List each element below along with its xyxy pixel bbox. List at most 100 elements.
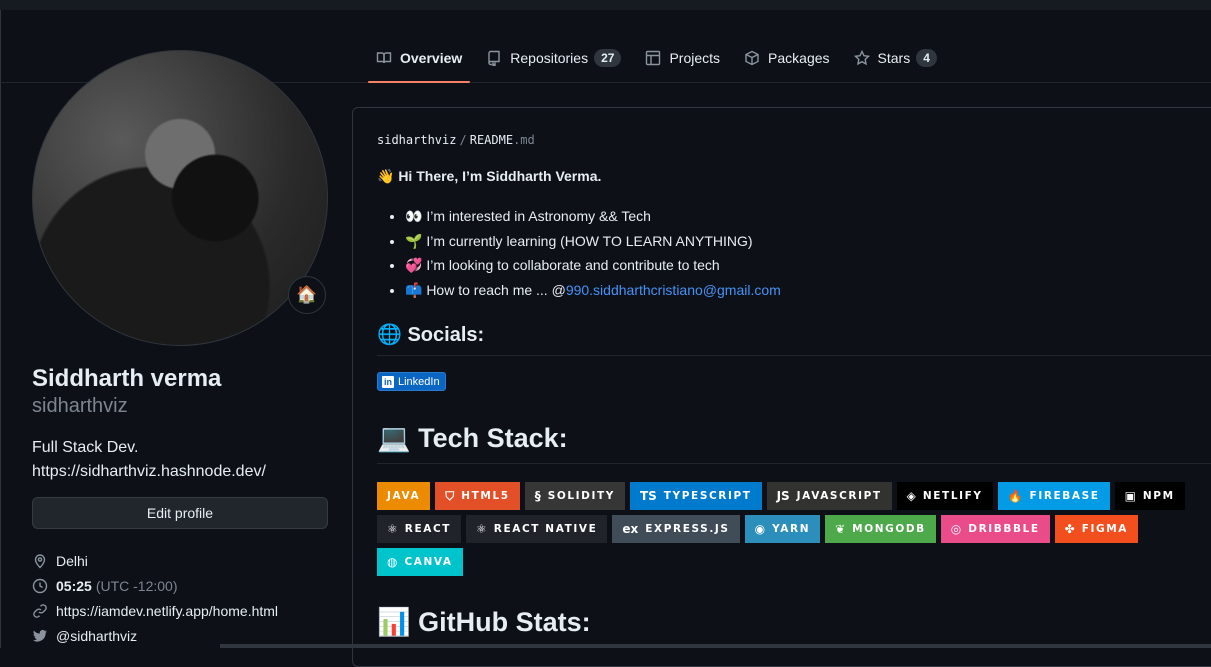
html5-icon: ⛉ [445, 488, 455, 503]
badge-yarn[interactable]: ◉ YARN [744, 515, 821, 543]
badge-label: SOLIDITY [547, 490, 615, 502]
package-icon [745, 50, 759, 66]
badge-label: YARN [772, 523, 811, 535]
badge-label: JAVASCRIPT [796, 490, 882, 502]
javascript-icon: JS [776, 489, 790, 503]
npm-icon: ▣ [1124, 489, 1136, 503]
tech-badges: JAVA ⛉ HTML5 § SOLIDITY TS TYPESCRIPT JS JAVASCR… [377, 482, 1207, 581]
list-item: 📫 How to reach me ... @990.siddharthcris… [405, 278, 781, 303]
readme-greeting: 👋 Hi There, I’m Siddharth Verma. [377, 168, 602, 184]
timezone: (UTC -12:00) [95, 577, 178, 594]
readme-file-link[interactable]: README [470, 133, 513, 147]
typescript-icon: TS [639, 489, 657, 503]
linkedin-label: LinkedIn [398, 375, 440, 388]
profile-details: Delhi 05:25 (UTC -12:00) https://iamdev.… [32, 548, 278, 648]
tab-label: Repositories [510, 50, 589, 66]
local-time: 05:25 [56, 577, 92, 594]
linkedin-icon: in [382, 375, 394, 388]
dribbble-icon: ◎ [950, 522, 962, 536]
list-item: 🌱 I’m currently learning (HOW TO LEARN A… [405, 229, 781, 254]
file-extension: .md [513, 133, 535, 147]
star-icon [853, 50, 870, 66]
linkedin-badge[interactable]: in LinkedIn [377, 372, 446, 391]
location-text: Delhi [56, 552, 88, 569]
tab-projects[interactable]: Projects [637, 34, 728, 82]
badge-firebase[interactable]: 🔥 FIREBASE [997, 482, 1110, 510]
tab-stars[interactable]: Stars 4 [846, 34, 945, 82]
firebase-icon: 🔥 [1007, 489, 1023, 503]
badge-canva[interactable]: ◍ CANVA [377, 548, 463, 576]
badge-express-js[interactable]: ex EXPRESS.JS [612, 515, 740, 543]
badge-java[interactable]: JAVA [377, 482, 431, 510]
badge-label: REACT [404, 523, 452, 535]
avatar-container: 🏠 [32, 50, 328, 346]
badge-label: NPM [1142, 490, 1175, 502]
badge-label: JAVA [387, 490, 421, 502]
badge-label: HTML5 [461, 490, 510, 502]
website-row[interactable]: https://iamdev.netlify.app/home.html [32, 598, 278, 623]
react-native-icon: ⚛ [476, 522, 487, 536]
badge-html5[interactable]: ⛉ HTML5 [435, 482, 520, 510]
clock-icon [32, 578, 48, 593]
figma-icon: ✤ [1064, 522, 1075, 536]
email-link[interactable]: 990.siddharthcristiano@gmail.com [566, 282, 781, 298]
readme-owner-link[interactable]: sidharthviz [377, 133, 456, 147]
twitter-icon [33, 629, 47, 641]
scrollbar[interactable] [220, 644, 1211, 648]
solidity-icon: § [534, 489, 541, 503]
bio-line: Full Stack Dev. [32, 439, 139, 456]
book-icon [376, 52, 392, 64]
bio-line: https://sidharthviz.hashnode.dev/ [32, 463, 266, 480]
tab-packages[interactable]: Packages [736, 34, 837, 82]
tab-label: Overview [400, 50, 463, 66]
tab-overview[interactable]: Overview [368, 34, 471, 83]
heading-divider [377, 355, 1211, 356]
readme-card [352, 107, 1211, 667]
netlify-icon: ◈ [906, 489, 916, 503]
twitter-handle[interactable]: @sidharthviz [56, 628, 137, 644]
tab-label: Packages [768, 50, 830, 66]
readme-bullet-list: 👀 I’m interested in Astronomy && Tech 🌱 … [377, 204, 781, 302]
badge-npm[interactable]: ▣ NPM [1114, 482, 1185, 510]
location-icon [34, 553, 46, 568]
github-stats-heading: 📊 GitHub Stats: [377, 607, 591, 637]
top-bar [0, 0, 1211, 10]
tab-repositories[interactable]: Repositories 27 [478, 34, 629, 82]
profile-bio: Full Stack Dev. https://sidharthviz.hash… [32, 436, 266, 484]
path-separator: / [459, 133, 467, 147]
badge-netlify[interactable]: ◈ NETLIFY [896, 482, 993, 510]
badge-label: REACT NATIVE [493, 523, 598, 535]
yarn-icon: ◉ [754, 522, 766, 536]
badge-label: FIREBASE [1029, 490, 1100, 502]
badge-dribbble[interactable]: ◎ DRIBBBLE [940, 515, 1050, 543]
badge-typescript[interactable]: TS TYPESCRIPT [629, 482, 762, 510]
website-link[interactable]: https://iamdev.netlify.app/home.html [56, 603, 278, 619]
list-item: 💞️ I’m looking to collaborate and contri… [405, 253, 781, 278]
badge-label: MONGODB [852, 523, 926, 535]
tech-stack-heading: 💻 Tech Stack: [377, 423, 568, 453]
window-edge [0, 10, 1, 648]
table-icon [646, 50, 661, 66]
readme-path: sidharthviz / README.md [377, 133, 535, 147]
house-icon: 🏠 [296, 285, 318, 304]
badge-figma[interactable]: ✤ FIGMA [1054, 515, 1139, 543]
badge-react[interactable]: ⚛ REACT [377, 515, 462, 543]
canva-icon: ◍ [387, 555, 398, 569]
location-row: Delhi [32, 548, 278, 573]
heading-divider [377, 463, 1211, 464]
badge-label: TYPESCRIPT [663, 490, 752, 502]
edit-profile-button[interactable]: Edit profile [32, 497, 328, 529]
badge-label: FIGMA [1081, 523, 1129, 535]
profile-name: Siddharth verma [32, 365, 222, 392]
profile-username: sidharthviz [32, 395, 128, 417]
local-time-row: 05:25 (UTC -12:00) [32, 573, 278, 598]
react-icon: ⚛ [387, 522, 398, 536]
avatar[interactable] [32, 50, 328, 346]
badge-solidity[interactable]: § SOLIDITY [524, 482, 625, 510]
status-button[interactable]: 🏠 [288, 276, 326, 314]
badge-react-native[interactable]: ⚛ REACT NATIVE [466, 515, 608, 543]
badge-mongodb[interactable]: ❦ MONGODB [825, 515, 936, 543]
express-js-icon: ex [622, 522, 639, 536]
badge-label: CANVA [404, 556, 453, 568]
badge-javascript[interactable]: JS JAVASCRIPT [766, 482, 892, 510]
